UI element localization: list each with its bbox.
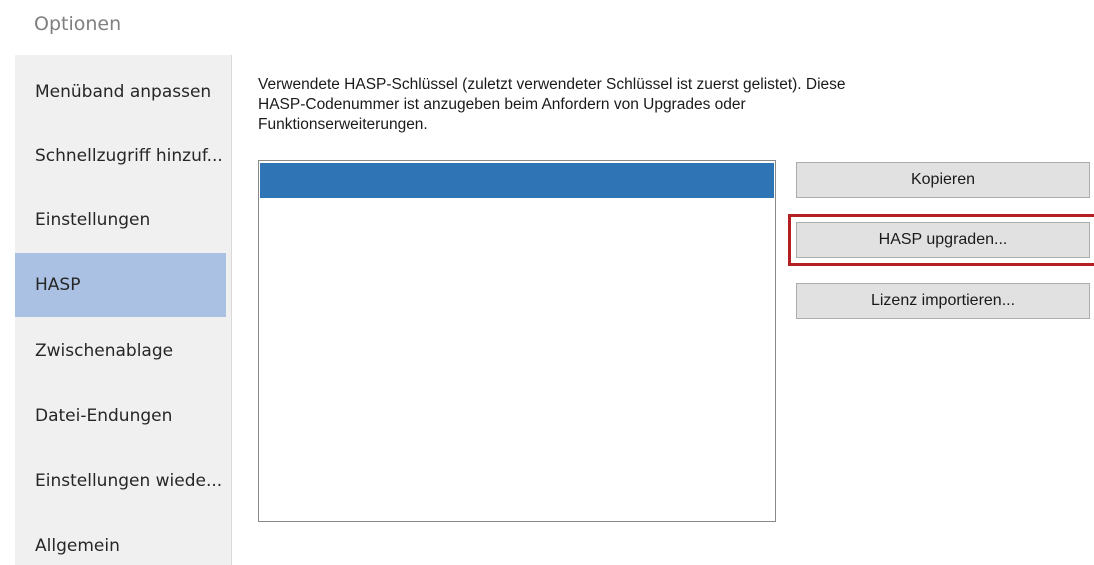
sidebar-item-settings[interactable]: Einstellungen — [15, 188, 226, 252]
sidebar-item-label: Einstellungen wiede... — [35, 471, 223, 491]
sidebar-item-label: Allgemein — [35, 536, 120, 556]
options-dialog: Optionen Menüband anpassen Schnellzugrif… — [0, 0, 1094, 565]
title-bar: Optionen — [0, 0, 1094, 55]
sidebar-item-general[interactable]: Allgemein — [15, 514, 226, 565]
description-line: Verwendete HASP-Schlüssel (zuletzt verwe… — [258, 76, 846, 93]
sidebar-margin — [0, 55, 15, 565]
sidebar-item-menuband[interactable]: Menüband anpassen — [15, 60, 226, 124]
sidebar-item-file-extensions[interactable]: Datei-Endungen — [15, 384, 226, 448]
description-line: Funktionserweiterungen. — [258, 116, 428, 133]
hasp-keys-list[interactable] — [258, 160, 776, 522]
sidebar-item-clipboard[interactable]: Zwischenablage — [15, 319, 226, 383]
import-license-button[interactable]: Lizenz importieren... — [796, 283, 1090, 319]
description-line: HASP-Codenummer ist anzugeben beim Anfor… — [258, 96, 746, 113]
hasp-upgrade-button[interactable]: HASP upgraden... — [796, 222, 1090, 258]
keys-list-selected-item[interactable] — [260, 163, 774, 198]
window-title: Optionen — [34, 13, 122, 35]
sidebar-item-label: Schnellzugriff hinzuf... — [35, 146, 223, 166]
sidebar-item-label: Zwischenablage — [35, 341, 174, 361]
hasp-panel: Verwendete HASP-Schlüssel (zuletzt verwe… — [232, 55, 1094, 565]
sidebar-item-label: Menüband anpassen — [35, 82, 212, 102]
sidebar-item-restore-settings[interactable]: Einstellungen wiede... — [15, 449, 226, 513]
copy-button[interactable]: Kopieren — [796, 162, 1090, 198]
sidebar: Menüband anpassen Schnellzugriff hinzuf.… — [0, 55, 232, 565]
sidebar-item-label: Datei-Endungen — [35, 406, 173, 426]
sidebar-item-label: HASP — [35, 275, 81, 295]
sidebar-item-hasp[interactable]: HASP — [15, 253, 226, 317]
sidebar-item-quick-access[interactable]: Schnellzugriff hinzuf... — [15, 124, 226, 188]
sidebar-item-label: Einstellungen — [35, 210, 151, 230]
hasp-description: Verwendete HASP-Schlüssel (zuletzt verwe… — [258, 75, 1048, 135]
